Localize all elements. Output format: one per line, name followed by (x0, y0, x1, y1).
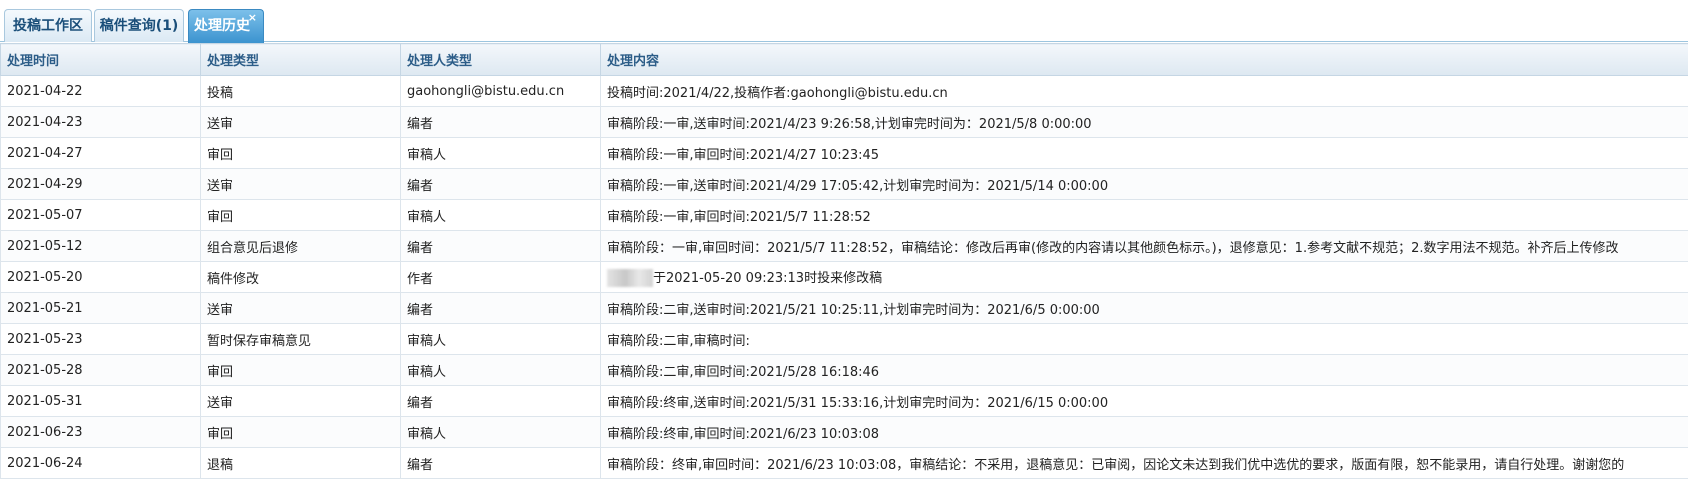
cell-handler-type: 编者 (401, 169, 601, 200)
cell-type: 审回 (201, 200, 401, 231)
cell-handler-type: 编者 (401, 231, 601, 262)
cell-content: 审稿阶段:二审,审稿时间: (601, 324, 1688, 355)
history-table: 处理时间 处理类型 处理人类型 处理内容 2021-04-22投稿gaohong… (0, 43, 1688, 479)
cell-time: 2021-05-12 (1, 231, 201, 262)
cell-content: 审稿阶段:终审,审回时间:2021/6/23 10:03:08 (601, 417, 1688, 448)
cell-type: 审回 (201, 138, 401, 169)
column-header-time[interactable]: 处理时间 (1, 44, 201, 76)
cell-time: 2021-05-20 (1, 262, 201, 293)
cell-type: 投稿 (201, 76, 401, 107)
tab-submission-workspace[interactable]: 投稿工作区 (4, 9, 92, 42)
cell-handler-type: 审稿人 (401, 200, 601, 231)
cell-type: 送审 (201, 386, 401, 417)
tab-processing-history[interactable]: 处理历史 × (188, 9, 264, 43)
cell-time: 2021-05-21 (1, 293, 201, 324)
cell-time: 2021-06-24 (1, 448, 201, 479)
cell-time: 2021-06-23 (1, 417, 201, 448)
cell-handler-type: 编者 (401, 293, 601, 324)
cell-type: 暂时保存审稿意见 (201, 324, 401, 355)
redacted-patch (607, 269, 653, 287)
cell-handler-type: 作者 (401, 262, 601, 293)
column-header-handler-type[interactable]: 处理人类型 (401, 44, 601, 76)
tab-label: 投稿工作区 (13, 18, 83, 34)
table-row[interactable]: 2021-05-21送审编者审稿阶段:二审,送审时间:2021/5/21 10:… (1, 293, 1688, 324)
cell-time: 2021-05-28 (1, 355, 201, 386)
cell-handler-type: 审稿人 (401, 324, 601, 355)
cell-content: 审稿阶段:二审,审回时间:2021/5/28 16:18:46 (601, 355, 1688, 386)
cell-content: 审稿阶段:一审,送审时间:2021/4/29 17:05:42,计划审完时间为：… (601, 169, 1688, 200)
table-row[interactable]: 2021-06-23审回审稿人审稿阶段:终审,审回时间:2021/6/23 10… (1, 417, 1688, 448)
cell-type: 稿件修改 (201, 262, 401, 293)
table-row[interactable]: 2021-05-20稿件修改作者 于2021-05-20 09:23:13时投来修… (1, 262, 1688, 293)
table-row[interactable]: 2021-05-12组合意见后退修编者审稿阶段：一审,审回时间：2021/5/7… (1, 231, 1688, 262)
cell-content: 审稿阶段:一审,审回时间:2021/5/7 11:28:52 (601, 200, 1688, 231)
column-header-content[interactable]: 处理内容 (601, 44, 1688, 76)
table-row[interactable]: 2021-04-23送审编者审稿阶段:一审,送审时间:2021/4/23 9:2… (1, 107, 1688, 138)
cell-type: 退稿 (201, 448, 401, 479)
table-row[interactable]: 2021-05-31送审编者审稿阶段:终审,送审时间:2021/5/31 15:… (1, 386, 1688, 417)
cell-content: 于2021-05-20 09:23:13时投来修改稿 (601, 262, 1688, 293)
cell-content: 投稿时间:2021/4/22,投稿作者:gaohongli@bistu.edu.… (601, 76, 1688, 107)
table-row[interactable]: 2021-04-22投稿gaohongli@bistu.edu.cn投稿时间:2… (1, 76, 1688, 107)
cell-type: 送审 (201, 169, 401, 200)
cell-content: 审稿阶段:一审,送审时间:2021/4/23 9:26:58,计划审完时间为：2… (601, 107, 1688, 138)
cell-time: 2021-05-07 (1, 200, 201, 231)
tab-manuscript-query[interactable]: 稿件查询(1) (94, 9, 184, 42)
table-body: 2021-04-22投稿gaohongli@bistu.edu.cn投稿时间:2… (1, 76, 1688, 479)
cell-handler-type: 编者 (401, 107, 601, 138)
cell-content: 审稿阶段:终审,送审时间:2021/5/31 15:33:16,计划审完时间为：… (601, 386, 1688, 417)
cell-handler-type: 审稿人 (401, 138, 601, 169)
cell-handler-type: 审稿人 (401, 417, 601, 448)
cell-time: 2021-05-31 (1, 386, 201, 417)
tab-bar: 投稿工作区 稿件查询(1) 处理历史 × (0, 0, 1688, 42)
table-row[interactable]: 2021-06-24退稿编者审稿阶段：终审,审回时间：2021/6/23 10:… (1, 448, 1688, 479)
table-row[interactable]: 2021-05-23暂时保存审稿意见审稿人审稿阶段:二审,审稿时间: (1, 324, 1688, 355)
cell-content: 审稿阶段：一审,审回时间：2021/5/7 11:28:52，审稿结论：修改后再… (601, 231, 1688, 262)
cell-content: 审稿阶段：终审,审回时间：2021/6/23 10:03:08，审稿结论：不采用… (601, 448, 1688, 479)
table-row[interactable]: 2021-04-29送审编者审稿阶段:一审,送审时间:2021/4/29 17:… (1, 169, 1688, 200)
cell-time: 2021-05-23 (1, 324, 201, 355)
cell-content-text: 于2021-05-20 09:23:13时投来修改稿 (653, 271, 882, 286)
table-row[interactable]: 2021-05-07审回审稿人审稿阶段:一审,审回时间:2021/5/7 11:… (1, 200, 1688, 231)
cell-handler-type: gaohongli@bistu.edu.cn (401, 76, 601, 107)
cell-content: 审稿阶段:一审,审回时间:2021/4/27 10:23:45 (601, 138, 1688, 169)
cell-time: 2021-04-22 (1, 76, 201, 107)
column-header-type[interactable]: 处理类型 (201, 44, 401, 76)
cell-time: 2021-04-23 (1, 107, 201, 138)
cell-type: 送审 (201, 293, 401, 324)
cell-type: 组合意见后退修 (201, 231, 401, 262)
cell-time: 2021-04-27 (1, 138, 201, 169)
table-header-row: 处理时间 处理类型 处理人类型 处理内容 (1, 44, 1688, 76)
cell-time: 2021-04-29 (1, 169, 201, 200)
cell-content: 审稿阶段:二审,送审时间:2021/5/21 10:25:11,计划审完时间为：… (601, 293, 1688, 324)
cell-type: 送审 (201, 107, 401, 138)
tab-label: 处理历史 (194, 18, 250, 34)
cell-handler-type: 编者 (401, 448, 601, 479)
tab-label: 稿件查询(1) (100, 18, 179, 34)
cell-handler-type: 审稿人 (401, 355, 601, 386)
table-row[interactable]: 2021-05-28审回审稿人审稿阶段:二审,审回时间:2021/5/28 16… (1, 355, 1688, 386)
close-icon[interactable]: × (248, 12, 257, 23)
cell-type: 审回 (201, 417, 401, 448)
cell-type: 审回 (201, 355, 401, 386)
cell-handler-type: 编者 (401, 386, 601, 417)
table-row[interactable]: 2021-04-27审回审稿人审稿阶段:一审,审回时间:2021/4/27 10… (1, 138, 1688, 169)
